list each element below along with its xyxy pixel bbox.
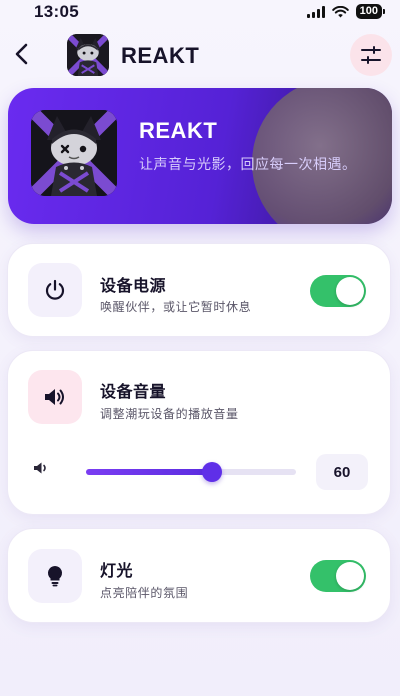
power-card: 设备电源 唤醒伙伴，或让它暂时休息 [7,243,391,337]
status-bar: 13:05 100 [0,0,400,26]
volume-card: 设备音量 调整潮玩设备的播放音量 60 [7,350,391,515]
speaker-icon [45,389,64,405]
light-toggle[interactable] [310,560,366,592]
sliders-icon [361,46,381,64]
toggle-knob [336,277,364,305]
battery-indicator: 100 [355,4,386,19]
volume-slider[interactable] [86,462,296,482]
app-header: REAKT [0,30,400,80]
volume-title: 设备音量 [100,384,167,401]
light-subtitle: 点亮陪伴的氛围 [100,586,189,600]
power-icon-box [28,263,82,317]
status-time: 13:05 [34,2,79,21]
volume-value: 60 [316,454,368,490]
back-button[interactable] [8,40,36,68]
signal-icon [306,5,325,18]
character-image [67,34,109,76]
light-card: 灯光 点亮陪伴的氛围 [7,528,391,623]
light-icon-box [28,549,82,603]
light-title: 灯光 [100,563,134,580]
hero-banner: REAKT 让声音与光影，回应每一次相遇。 [8,88,392,224]
power-title: 设备电源 [100,278,167,295]
bulb-icon [47,565,63,587]
volume-icon-box [28,370,82,424]
power-icon [45,279,65,300]
volume-subtitle: 调整潮玩设备的播放音量 [100,407,239,421]
device-avatar [67,34,109,76]
chevron-left-icon [15,43,28,65]
toggle-knob [336,562,364,590]
page-title: REAKT [121,43,200,68]
power-subtitle: 唤醒伙伴，或让它暂时休息 [100,300,252,314]
power-toggle[interactable] [310,275,366,307]
speaker-small-icon [34,462,46,474]
hero-character-image [31,110,117,196]
hero-subtitle: 让声音与光影，回应每一次相遇。 [139,156,357,172]
volume-slider-fill [86,469,212,475]
status-icons: 100 [306,4,386,19]
hero-title: REAKT [139,118,218,143]
wifi-icon [331,5,349,17]
settings-button[interactable] [350,34,392,76]
character-image [31,110,117,196]
volume-slider-thumb[interactable] [202,462,222,482]
